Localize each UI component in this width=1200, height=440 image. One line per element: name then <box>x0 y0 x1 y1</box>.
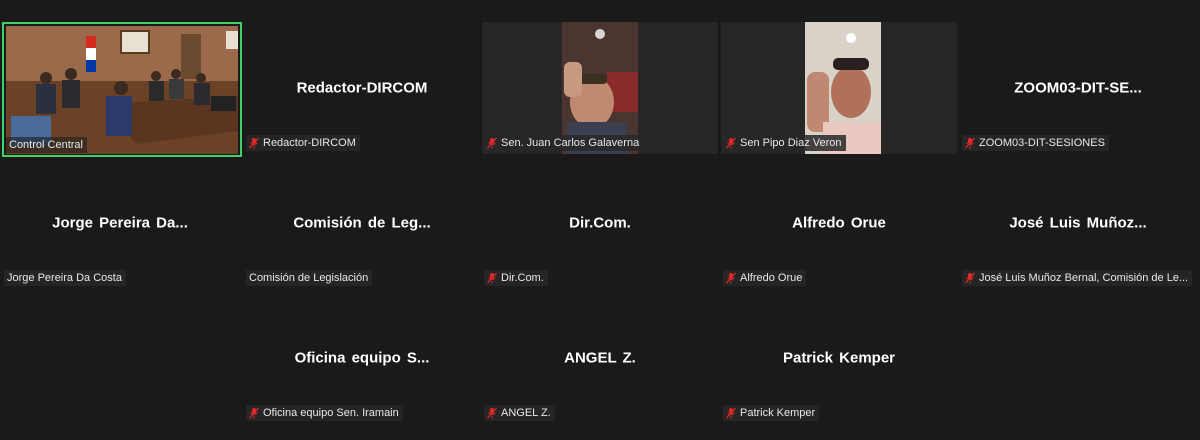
participant-display-name: ZOOM03-DIT-SE... <box>1014 79 1142 97</box>
muted-mic-icon <box>965 272 975 284</box>
participant-tile-juan-carlos-galaverna[interactable]: Sen. Juan Carlos Galaverna <box>482 22 718 154</box>
participant-tile-jose-luis-munoz[interactable]: José Luis Muñoz... José Luis Muñoz Berna… <box>960 157 1196 289</box>
participant-name-tag: Comisión de Legislación <box>246 270 373 286</box>
participant-video <box>6 26 238 154</box>
participant-name-tag: Sen Pipo Diaz Veron <box>723 135 846 151</box>
participant-name-tag: José Luis Muñoz Bernal, Comisión de Le..… <box>962 270 1193 286</box>
participant-name: Patrick Kemper <box>740 407 816 419</box>
participant-tile-control-central[interactable]: Control Central <box>2 22 242 157</box>
participant-name-tag: Redactor-DIRCOM <box>246 135 360 151</box>
muted-mic-icon <box>726 272 736 284</box>
muted-mic-icon <box>726 137 736 149</box>
participant-name-tag: ANGEL Z. <box>484 405 555 421</box>
participant-display-name: Jorge Pereira Da... <box>52 214 188 232</box>
participant-display-name: ANGEL Z. <box>564 349 636 367</box>
muted-mic-icon <box>726 407 736 419</box>
participant-display-name: Comisión de Leg... <box>293 214 431 232</box>
muted-mic-icon <box>249 407 259 419</box>
participant-name: Sen. Juan Carlos Galaverna <box>501 137 640 149</box>
participant-name-tag: Jorge Pereira Da Costa <box>4 270 126 286</box>
participant-name-tag: Alfredo Orue <box>723 270 807 286</box>
participant-tile-oficina-iramain[interactable]: Oficina equipo S... Oficina equipo Sen. … <box>244 292 480 424</box>
muted-mic-icon <box>487 272 497 284</box>
participant-name-tag: Control Central <box>6 137 87 153</box>
participant-tile-patrick-kemper[interactable]: Patrick Kemper Patrick Kemper <box>721 292 957 424</box>
participant-display-name: Dir.Com. <box>569 214 631 232</box>
muted-mic-icon <box>487 407 497 419</box>
muted-mic-icon <box>249 137 259 149</box>
participant-name: ZOOM03-DIT-SESIONES <box>979 137 1105 149</box>
participant-name-tag: Sen. Juan Carlos Galaverna <box>484 135 644 151</box>
participant-name: Sen Pipo Diaz Veron <box>740 137 842 149</box>
participant-name: Comisión de Legislación <box>249 272 369 284</box>
participant-name: Alfredo Orue <box>740 272 803 284</box>
participant-name: Redactor-DIRCOM <box>263 137 356 149</box>
participant-name-tag: Patrick Kemper <box>723 405 820 421</box>
participant-display-name: Redactor-DIRCOM <box>296 79 428 97</box>
participant-name: Control Central <box>9 139 83 151</box>
participant-display-name: Patrick Kemper <box>782 349 896 367</box>
muted-mic-icon <box>487 137 497 149</box>
participant-name: José Luis Muñoz Bernal, Comisión de Le..… <box>979 272 1189 284</box>
participant-tile-dir-com[interactable]: Dir.Com. Dir.Com. <box>482 157 718 289</box>
participant-tile-zoom03-dit-sesiones[interactable]: ZOOM03-DIT-SE... ZOOM03-DIT-SESIONES <box>960 22 1196 154</box>
participant-tile-comision-legislacion[interactable]: Comisión de Leg... Comisión de Legislaci… <box>244 157 480 289</box>
participant-name-tag: Dir.Com. <box>484 270 548 286</box>
participant-name: Jorge Pereira Da Costa <box>7 272 122 284</box>
muted-mic-icon <box>965 137 975 149</box>
participant-tile-redactor-dircom[interactable]: Redactor-DIRCOM Redactor-DIRCOM <box>244 22 480 154</box>
participant-name-tag: ZOOM03-DIT-SESIONES <box>962 135 1109 151</box>
participant-display-name: Oficina equipo S... <box>294 349 430 367</box>
meeting-room-video <box>6 26 238 154</box>
participant-name: ANGEL Z. <box>501 407 551 419</box>
participant-tile-angel-z[interactable]: ANGEL Z. ANGEL Z. <box>482 292 718 424</box>
participant-display-name: Alfredo Orue <box>792 214 886 232</box>
participant-display-name: José Luis Muñoz... <box>1009 214 1147 232</box>
participant-name-tag: Oficina equipo Sen. Iramain <box>246 405 403 421</box>
participant-tile-jorge-pereira[interactable]: Jorge Pereira Da... Jorge Pereira Da Cos… <box>2 157 238 289</box>
participant-tile-pipo-diaz-veron[interactable]: Sen Pipo Diaz Veron <box>721 22 957 154</box>
participant-name: Oficina equipo Sen. Iramain <box>263 407 399 419</box>
participant-name: Dir.Com. <box>501 272 544 284</box>
participant-tile-alfredo-orue[interactable]: Alfredo Orue Alfredo Orue <box>721 157 957 289</box>
